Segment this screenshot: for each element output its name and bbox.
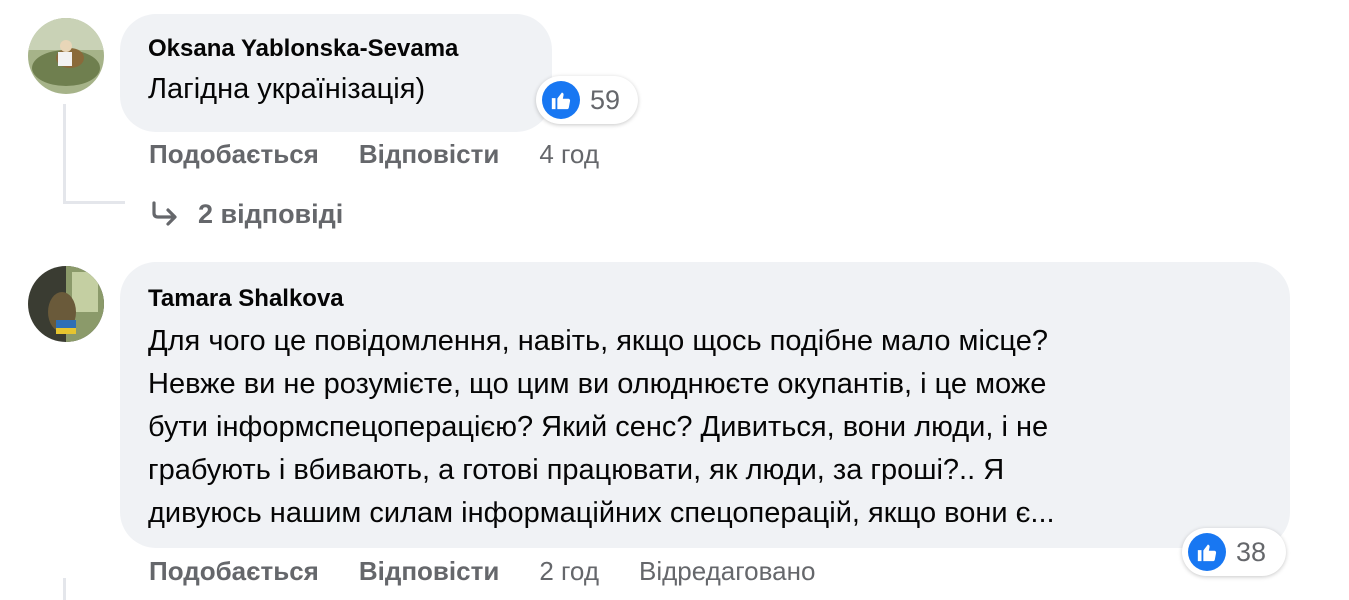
reaction-count: 59 xyxy=(590,84,621,115)
comment-text-line: дивуюсь нашим силам інформаційних спецоп… xyxy=(148,497,1055,529)
reactions-summary[interactable]: 59 xyxy=(536,76,638,124)
view-replies-link[interactable]: 2 відповіді xyxy=(148,195,343,233)
reply-button[interactable]: Відповісти xyxy=(359,556,499,587)
like-button[interactable]: Подобається xyxy=(149,139,319,170)
replies-count-label: 2 відповіді xyxy=(198,198,344,229)
comment-text-line: бути інформспецоперацією? Який сенс? Див… xyxy=(148,411,1049,443)
comment-text: Лагідна українізація) xyxy=(148,73,426,105)
edited-label[interactable]: Відредаговано xyxy=(639,556,815,587)
comment-text-line: Невже ви не розумієте, що цим ви олюднює… xyxy=(148,368,1047,400)
comment-author[interactable]: Oksana Yablonska-Sevama xyxy=(148,34,524,64)
comment-bubble: Oksana Yablonska-Sevama Лагідна україніз… xyxy=(120,14,552,132)
like-icon xyxy=(542,81,580,119)
thread-line-corner xyxy=(63,201,125,204)
thread-line-vertical xyxy=(63,104,66,204)
timestamp[interactable]: 2 год xyxy=(539,556,599,587)
comment-bubble: Tamara Shalkova Для чого це повідомлення… xyxy=(120,262,1290,548)
comment-text: Для чого це повідомлення, навіть, якщо щ… xyxy=(148,320,1262,535)
like-icon xyxy=(1188,533,1226,571)
avatar[interactable] xyxy=(28,266,104,342)
comment-text-line: Для чого це повідомлення, навіть, якщо щ… xyxy=(148,325,1048,357)
reply-arrow-icon xyxy=(148,200,184,228)
avatar[interactable] xyxy=(28,18,104,94)
comment-author[interactable]: Tamara Shalkova xyxy=(148,284,1262,314)
thread-line-bottom xyxy=(63,578,66,600)
reply-button[interactable]: Відповісти xyxy=(359,139,499,170)
like-button[interactable]: Подобається xyxy=(149,556,319,587)
reaction-count: 38 xyxy=(1236,536,1267,567)
timestamp[interactable]: 4 год xyxy=(539,139,599,170)
comment-text-line: грабують і вбивають, а готові працювати,… xyxy=(148,454,1005,486)
comment-actions: Подобається Відповісти 2 год Відредагова… xyxy=(149,554,815,588)
reactions-summary[interactable]: 38 xyxy=(1182,528,1286,576)
comment-actions: Подобається Відповісти 4 год xyxy=(149,137,599,171)
